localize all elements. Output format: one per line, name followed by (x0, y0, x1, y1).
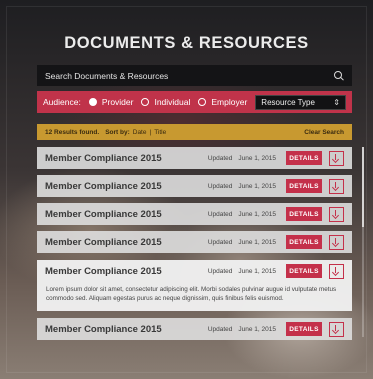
document-title: Member Compliance 2015 (45, 180, 162, 192)
sort-by-title-link[interactable]: Title (154, 129, 166, 136)
audience-label: Audience: (43, 97, 81, 107)
download-icon[interactable] (329, 150, 344, 166)
audience-option-label: Individual (154, 97, 191, 107)
resource-type-select[interactable]: Resource Type ⇕ (255, 94, 346, 110)
details-button[interactable]: DETAILS (286, 207, 322, 221)
audience-filter: Audience: Provider Individual Employer R… (37, 91, 352, 113)
download-icon[interactable] (329, 321, 344, 337)
download-icon[interactable] (329, 234, 344, 250)
document-row: Member Compliance 2015 Updated June 1, 20… (37, 147, 352, 169)
chevron-updown-icon: ⇕ (333, 97, 340, 107)
details-button[interactable]: DETAILS (286, 264, 322, 278)
document-updated: Updated June 1, 2015 (207, 154, 276, 162)
radio-selected-icon[interactable] (88, 98, 97, 106)
results-bar: 12 Results found. Sort by: Date | Title … (37, 124, 352, 140)
details-button[interactable]: DETAILS (286, 179, 322, 193)
document-row: Member Compliance 2015 Updated June 1, 20… (37, 203, 352, 225)
document-updated: Updated June 1, 2015 (207, 210, 276, 218)
document-description: Lorem ipsum dolor sit amet, consectetur … (37, 282, 352, 311)
document-row-expanded: Member Compliance 2015 Updated June 1, 20… (37, 260, 352, 282)
document-updated: Updated June 1, 2015 (207, 267, 276, 275)
audience-radio-employer[interactable]: Employer (198, 97, 247, 107)
sort-label: Sort by: (105, 128, 130, 136)
document-row: Member Compliance 2015 Updated June 1, 20… (37, 231, 352, 253)
document-row: Member Compliance 2015 Updated June 1, 20… (37, 318, 352, 340)
document-updated: Updated June 1, 2015 (207, 325, 276, 333)
audience-option-label: Employer (211, 97, 248, 107)
document-row: Member Compliance 2015 Updated June 1, 20… (37, 175, 352, 197)
page-title: DOCUMENTS & RESOURCES (64, 34, 309, 52)
audience-radio-individual[interactable]: Individual (141, 97, 190, 107)
radio-unselected-icon[interactable] (141, 98, 150, 106)
resource-type-value: Resource Type (261, 97, 315, 107)
scrollbar-thumb[interactable] (362, 147, 364, 227)
details-button[interactable]: DETAILS (286, 322, 322, 336)
download-icon[interactable] (329, 178, 344, 194)
search-icon[interactable] (334, 70, 344, 81)
audience-radio-provider[interactable]: Provider (88, 97, 134, 107)
document-updated: Updated June 1, 2015 (207, 182, 276, 190)
results-count: 12 Results found. (45, 128, 100, 136)
audience-option-label: Provider (101, 97, 134, 107)
download-icon[interactable] (329, 206, 344, 222)
sort-by-date-link[interactable]: Date (133, 129, 147, 136)
download-icon[interactable] (329, 263, 344, 279)
document-title: Member Compliance 2015 (45, 208, 162, 220)
details-button[interactable]: DETAILS (286, 235, 322, 249)
document-title: Member Compliance 2015 (45, 265, 162, 277)
details-button[interactable]: DETAILS (286, 151, 322, 165)
sort-separator: | (149, 128, 152, 136)
document-title: Member Compliance 2015 (45, 152, 162, 164)
document-updated: Updated June 1, 2015 (207, 238, 276, 246)
search-input[interactable]: Search Documents & Resources (45, 71, 334, 81)
document-title: Member Compliance 2015 (45, 236, 162, 248)
document-title: Member Compliance 2015 (45, 323, 162, 335)
search-bar[interactable]: Search Documents & Resources (37, 65, 352, 86)
clear-search-link[interactable]: Clear Search (304, 129, 344, 136)
radio-unselected-icon[interactable] (198, 98, 207, 106)
